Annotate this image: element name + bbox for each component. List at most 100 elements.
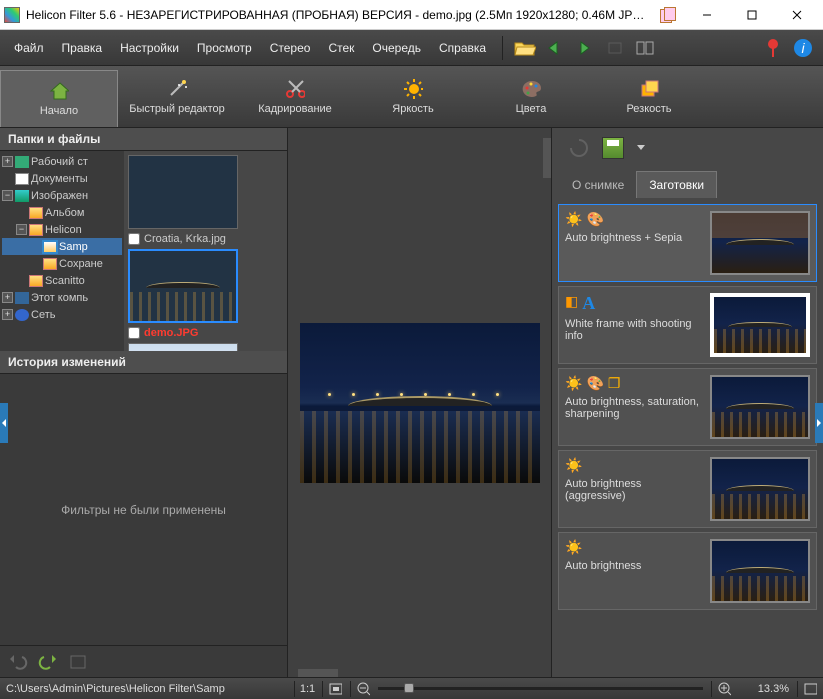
horizontal-scrollbar[interactable] xyxy=(298,669,338,677)
tree-network[interactable]: +Сеть xyxy=(2,306,122,323)
reset-icon[interactable] xyxy=(68,653,88,671)
preset-item[interactable]: ◧ A White frame with shooting info xyxy=(558,286,817,364)
tab-sharpness[interactable]: Резкость xyxy=(590,66,708,127)
zoom-fit-button[interactable] xyxy=(322,681,342,697)
tree-desktop[interactable]: +Рабочий ст xyxy=(2,153,122,170)
scissors-icon xyxy=(285,79,305,99)
tree-saved[interactable]: Сохране xyxy=(2,255,122,272)
app-icon xyxy=(4,7,20,23)
preset-name: Auto brightness, saturation, sharpening xyxy=(565,396,704,420)
tab-about-image[interactable]: О снимке xyxy=(560,172,636,198)
fullscreen-button[interactable] xyxy=(797,681,817,697)
tab-quick-label: Быстрый редактор xyxy=(129,103,225,115)
divider xyxy=(502,36,503,60)
sun-icon: ☀️ xyxy=(565,457,582,474)
main-area: Папки и файлы +Рабочий ст Документы −Изо… xyxy=(0,128,823,677)
preset-item[interactable]: ☀️ Auto brightness (aggressive) xyxy=(558,450,817,528)
sun-icon: ☀️ xyxy=(565,539,582,556)
layers-icon: ❐ xyxy=(608,375,621,392)
tab-colors[interactable]: Цвета xyxy=(472,66,590,127)
thumbnail-list[interactable]: Croatia, Krka.jpg demo.JPG xyxy=(124,151,287,351)
redo-icon[interactable] xyxy=(38,653,58,671)
thumbnail-item[interactable]: demo.JPG xyxy=(128,249,240,339)
right-edge-handle[interactable] xyxy=(815,403,823,443)
palette-icon xyxy=(521,79,541,99)
maximize-button[interactable] xyxy=(729,1,774,29)
preview-area[interactable] xyxy=(288,128,551,677)
left-edge-handle[interactable] xyxy=(0,403,8,443)
folder-tree[interactable]: +Рабочий ст Документы −Изображен Альбом … xyxy=(0,151,124,351)
presets-list[interactable]: ☀️ 🎨 Auto brightness + Sepia ◧ A White f… xyxy=(552,198,823,677)
forward-arrow-icon[interactable] xyxy=(571,34,599,62)
zoom-in-button[interactable] xyxy=(711,681,731,697)
tree-computer[interactable]: +Этот компь xyxy=(2,289,122,306)
compare-icon[interactable] xyxy=(631,34,659,62)
menu-settings[interactable]: Настройки xyxy=(112,37,187,59)
thumbnail-checkbox[interactable] xyxy=(128,327,140,339)
preset-thumbnail xyxy=(710,539,810,603)
zoom-out-button[interactable] xyxy=(350,681,370,697)
home-icon xyxy=(49,81,69,101)
zoom-actual-button[interactable]: 1:1 xyxy=(294,681,314,697)
preset-name: White frame with shooting info xyxy=(565,318,704,342)
folders-header: Папки и файлы xyxy=(0,128,287,151)
menu-stack[interactable]: Стек xyxy=(320,37,362,59)
tree-pictures[interactable]: −Изображен xyxy=(2,187,122,204)
tree-helicon[interactable]: −Helicon xyxy=(2,221,122,238)
tab-start[interactable]: Начало xyxy=(0,70,118,127)
tab-presets[interactable]: Заготовки xyxy=(636,171,717,198)
tree-documents[interactable]: Документы xyxy=(2,170,122,187)
history-footer xyxy=(0,645,287,677)
open-folder-icon[interactable] xyxy=(511,34,539,62)
menu-edit[interactable]: Правка xyxy=(54,37,111,59)
tab-brightness[interactable]: Яркость xyxy=(354,66,472,127)
menu-view[interactable]: Просмотр xyxy=(189,37,260,59)
save-button[interactable] xyxy=(602,137,624,159)
zoom-slider-knob[interactable] xyxy=(404,683,414,693)
copy-icon[interactable] xyxy=(660,7,676,23)
zoom-slider[interactable] xyxy=(378,687,703,690)
thumbnail-item[interactable] xyxy=(128,343,240,351)
tree-samples[interactable]: Samp xyxy=(2,238,122,255)
menu-stereo[interactable]: Стерео xyxy=(262,37,319,59)
preset-thumbnail xyxy=(710,457,810,521)
right-toolbar xyxy=(552,128,823,168)
preset-name: Auto brightness + Sepia xyxy=(565,232,704,244)
preview-image xyxy=(300,323,540,483)
pin-icon[interactable] xyxy=(759,34,787,62)
preset-item[interactable]: ☀️ 🎨 Auto brightness + Sepia xyxy=(558,204,817,282)
tree-scanitto[interactable]: Scanitto xyxy=(2,272,122,289)
preset-item[interactable]: ☀️ 🎨 ❐ Auto brightness, saturation, shar… xyxy=(558,368,817,446)
history-header: История изменений xyxy=(0,351,287,374)
rotate-icon[interactable] xyxy=(568,137,590,159)
sun-icon: ☀️ xyxy=(565,375,582,392)
back-arrow-icon[interactable] xyxy=(541,34,569,62)
minimize-button[interactable] xyxy=(684,1,729,29)
disabled-tool-icon xyxy=(601,34,629,62)
tab-brightness-label: Яркость xyxy=(392,103,433,115)
undo-icon[interactable] xyxy=(8,653,28,671)
zoom-percentage: 13.3% xyxy=(739,683,789,695)
close-button[interactable] xyxy=(774,1,819,29)
tab-quick-editor[interactable]: Быстрый редактор xyxy=(118,66,236,127)
menu-queue[interactable]: Очередь xyxy=(364,37,429,59)
dropdown-arrow-icon[interactable] xyxy=(636,144,646,152)
thumbnail-item[interactable]: Croatia, Krka.jpg xyxy=(128,155,240,245)
info-icon[interactable]: i xyxy=(789,34,817,62)
menu-file[interactable]: Файл xyxy=(6,37,52,59)
left-panel: Папки и файлы +Рабочий ст Документы −Изо… xyxy=(0,128,288,677)
tool-tabs: Начало Быстрый редактор Кадрирование Ярк… xyxy=(0,66,823,128)
menu-help[interactable]: Справка xyxy=(431,37,494,59)
thumbnail-checkbox[interactable] xyxy=(128,233,140,245)
palette-icon: 🎨 xyxy=(586,211,603,228)
tab-crop[interactable]: Кадрирование xyxy=(236,66,354,127)
title-bar: Helicon Filter 5.6 - НЕЗАРЕГИСТРИРОВАННА… xyxy=(0,0,823,30)
vertical-scrollbar[interactable] xyxy=(543,138,551,178)
palette-icon: 🎨 xyxy=(586,375,603,392)
preset-thumbnail xyxy=(710,375,810,439)
history-panel: История изменений Фильтры не были примен… xyxy=(0,351,287,677)
preset-item[interactable]: ☀️ Auto brightness xyxy=(558,532,817,610)
thumbnail-filename: demo.JPG xyxy=(144,327,198,339)
right-panel: О снимке Заготовки ☀️ 🎨 Auto brightness … xyxy=(551,128,823,677)
tree-album[interactable]: Альбом xyxy=(2,204,122,221)
